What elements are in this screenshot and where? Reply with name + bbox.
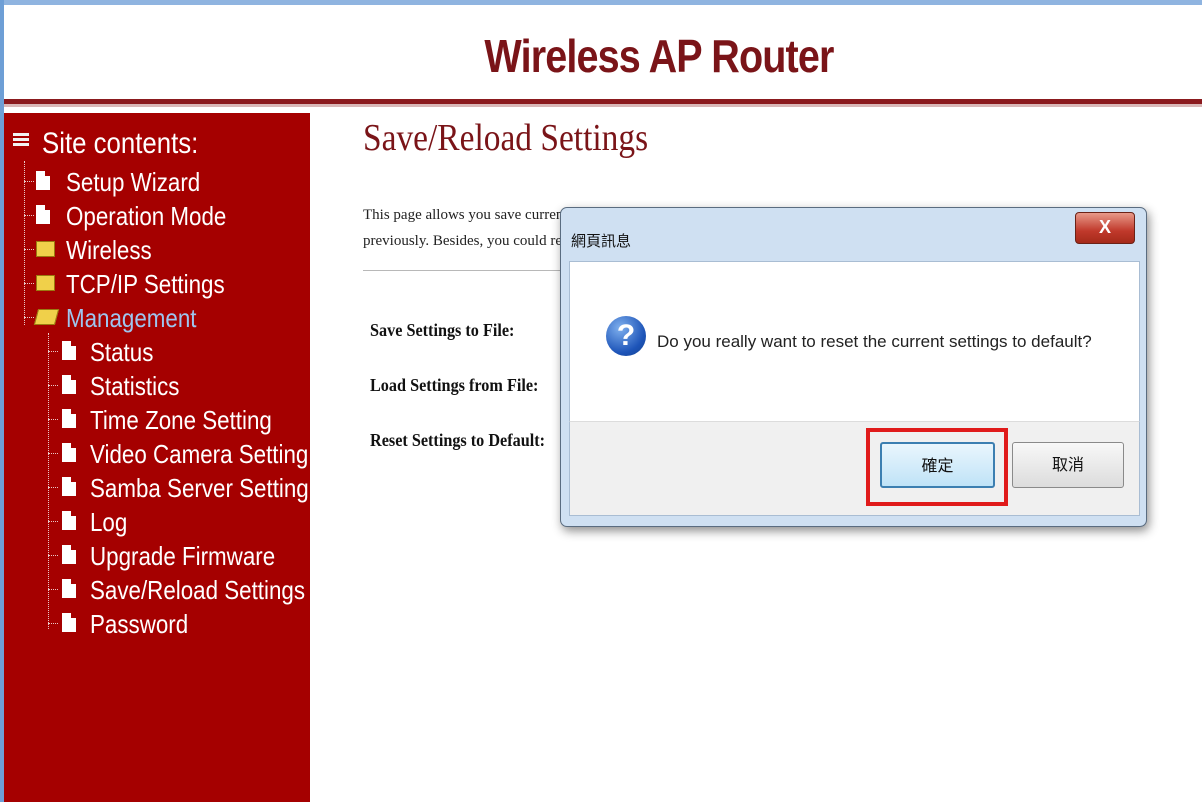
document-icon xyxy=(62,511,76,530)
document-icon xyxy=(36,171,50,190)
document-icon xyxy=(62,409,76,428)
ok-button-highlight xyxy=(866,428,1008,506)
save-settings-label: Save Settings to File: xyxy=(370,320,515,340)
site-contents-icon xyxy=(13,133,29,146)
cancel-button[interactable]: 取消 xyxy=(1012,442,1124,488)
document-icon xyxy=(62,341,76,360)
document-icon xyxy=(62,477,76,496)
folder-open-icon xyxy=(33,309,60,325)
reset-settings-label: Reset Settings to Default: xyxy=(370,430,546,450)
page-title: Save/Reload Settings xyxy=(363,117,649,159)
document-icon xyxy=(62,443,76,462)
dialog-close-button[interactable]: X xyxy=(1075,212,1135,244)
tree-line xyxy=(48,333,49,629)
question-icon: ? xyxy=(606,316,646,356)
load-settings-label: Load Settings from File: xyxy=(370,375,539,395)
folder-icon xyxy=(36,275,55,291)
document-icon xyxy=(36,205,50,224)
page-header: Wireless AP Router xyxy=(4,5,1202,101)
document-icon xyxy=(62,613,76,632)
tree-line xyxy=(24,161,25,325)
document-icon xyxy=(62,579,76,598)
document-icon xyxy=(62,545,76,564)
document-icon xyxy=(62,375,76,394)
sidebar: Site contents: Setup Wizard Operation Mo… xyxy=(4,113,310,802)
page-header-title: Wireless AP Router xyxy=(484,30,834,82)
header-divider-shadow xyxy=(4,104,1202,107)
dialog-message: Do you really want to reset the current … xyxy=(657,332,1092,351)
folder-icon xyxy=(36,241,55,257)
sidebar-heading: Site contents: xyxy=(42,127,199,160)
dialog-title: 網頁訊息 xyxy=(571,233,632,250)
